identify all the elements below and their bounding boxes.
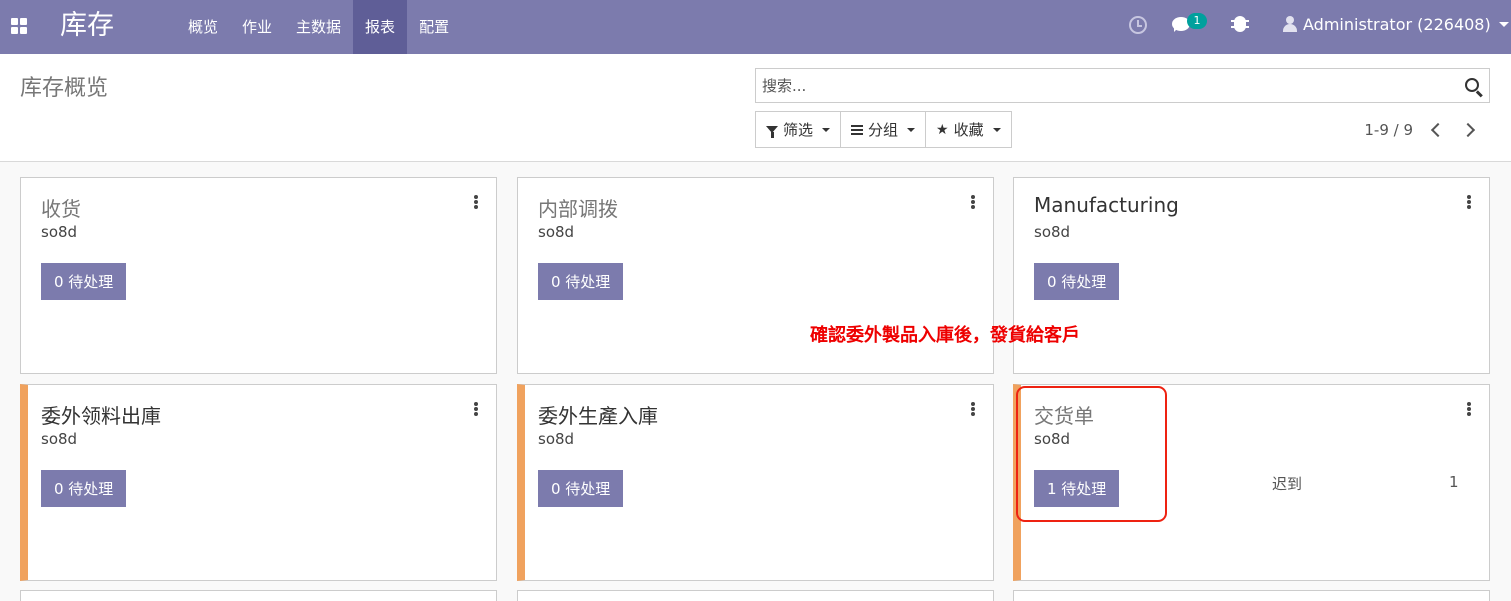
card-company: so8d xyxy=(538,430,575,448)
favorites-label: 收藏 xyxy=(953,121,984,139)
kanban-card-partial[interactable] xyxy=(1013,590,1490,601)
menu-item-master-data[interactable]: 主数据 xyxy=(284,0,353,54)
card-title[interactable]: 委外生產入庫 xyxy=(538,400,658,429)
debug-bug-icon[interactable] xyxy=(1231,16,1249,32)
card-title[interactable]: Manufacturing xyxy=(1034,193,1179,217)
kanban-card-receipts[interactable]: 收货 so8d 0 待处理 xyxy=(20,177,497,374)
to-process-button[interactable]: 0 待处理 xyxy=(1034,263,1120,300)
card-title[interactable]: 内部调拨 xyxy=(538,193,618,222)
app-brand: 库存 xyxy=(60,10,114,41)
annotation-note: 確認委外製品入庫後，發貨給客戶 xyxy=(810,325,1080,346)
top-navbar: 库存 概览 作业 主数据 报表 配置 1 Administrator (2264… xyxy=(0,0,1511,54)
menu-item-reporting[interactable]: 报表 xyxy=(353,0,408,54)
highlight-box xyxy=(1016,386,1167,522)
more-options-icon[interactable] xyxy=(474,402,478,416)
kanban-card-subcontract-issue[interactable]: 委外领料出庫 so8d 0 待处理 xyxy=(20,384,497,581)
to-process-button[interactable]: 0 待处理 xyxy=(41,263,127,300)
card-company: so8d xyxy=(41,430,78,448)
pager-value[interactable]: 1-9 / 9 xyxy=(1364,121,1413,139)
more-options-icon[interactable] xyxy=(1467,195,1471,209)
kanban-card-partial[interactable] xyxy=(517,590,994,601)
kanban-card-subcontract-receipt[interactable]: 委外生產入庫 so8d 0 待处理 xyxy=(517,384,994,581)
activity-clock-icon[interactable] xyxy=(1129,16,1147,34)
caret-down-icon xyxy=(822,127,831,132)
more-options-icon[interactable] xyxy=(971,195,975,209)
to-process-button[interactable]: 0 待处理 xyxy=(538,470,624,507)
search-input[interactable] xyxy=(762,75,1442,97)
to-process-button[interactable]: 0 待处理 xyxy=(41,470,127,507)
group-by-button[interactable]: 分组 xyxy=(840,111,927,148)
user-avatar-icon xyxy=(1283,16,1297,32)
group-by-label: 分组 xyxy=(868,121,899,139)
chevron-down-icon xyxy=(1498,22,1509,27)
search-box xyxy=(755,68,1490,103)
card-company: so8d xyxy=(1034,223,1071,241)
caret-down-icon xyxy=(992,127,1001,132)
filter-button[interactable]: 筛选 xyxy=(755,111,842,148)
apps-grid-icon[interactable] xyxy=(11,18,27,34)
chevron-left-icon[interactable] xyxy=(1427,120,1447,140)
favorites-button[interactable]: ★ 收藏 xyxy=(925,111,1012,148)
control-panel: 库存概览 筛选 分组 ★ 收藏 1-9 / 9 xyxy=(0,54,1511,162)
page-title: 库存概览 xyxy=(20,76,109,101)
late-link[interactable]: 迟到 xyxy=(1272,473,1302,494)
card-company: so8d xyxy=(538,223,575,241)
caret-down-icon xyxy=(907,127,916,132)
card-title[interactable]: 委外领料出庫 xyxy=(41,400,161,429)
bars-icon xyxy=(851,124,864,135)
star-icon: ★ xyxy=(936,121,949,138)
kanban-view: 收货 so8d 0 待处理 内部调拨 so8d 0 待处理 Manufactur… xyxy=(0,162,1511,601)
filter-icon xyxy=(766,126,778,138)
more-options-icon[interactable] xyxy=(1467,402,1471,416)
search-icon[interactable] xyxy=(1465,78,1479,92)
menu-item-configuration[interactable]: 配置 xyxy=(407,0,461,54)
card-company: so8d xyxy=(41,223,78,241)
menu-item-overview[interactable]: 概览 xyxy=(176,0,230,54)
main-menu: 概览 作业 主数据 报表 配置 xyxy=(176,0,461,54)
to-process-button[interactable]: 0 待处理 xyxy=(538,263,624,300)
chat-count-badge: 1 xyxy=(1187,13,1207,29)
chevron-right-icon[interactable] xyxy=(1461,120,1481,140)
filter-label: 筛选 xyxy=(783,121,814,139)
user-name: Administrator (226408) xyxy=(1303,15,1491,34)
menu-item-operations[interactable]: 作业 xyxy=(230,0,284,54)
late-count: 1 xyxy=(1449,473,1459,491)
card-title[interactable]: 收货 xyxy=(41,193,81,222)
more-options-icon[interactable] xyxy=(971,402,975,416)
search-options: 筛选 分组 ★ 收藏 xyxy=(755,111,1012,148)
kanban-card-partial[interactable] xyxy=(20,590,497,601)
user-menu[interactable]: Administrator (226408) xyxy=(1283,0,1509,54)
more-options-icon[interactable] xyxy=(474,195,478,209)
kanban-card-manufacturing[interactable]: Manufacturing so8d 0 待处理 xyxy=(1013,177,1490,374)
